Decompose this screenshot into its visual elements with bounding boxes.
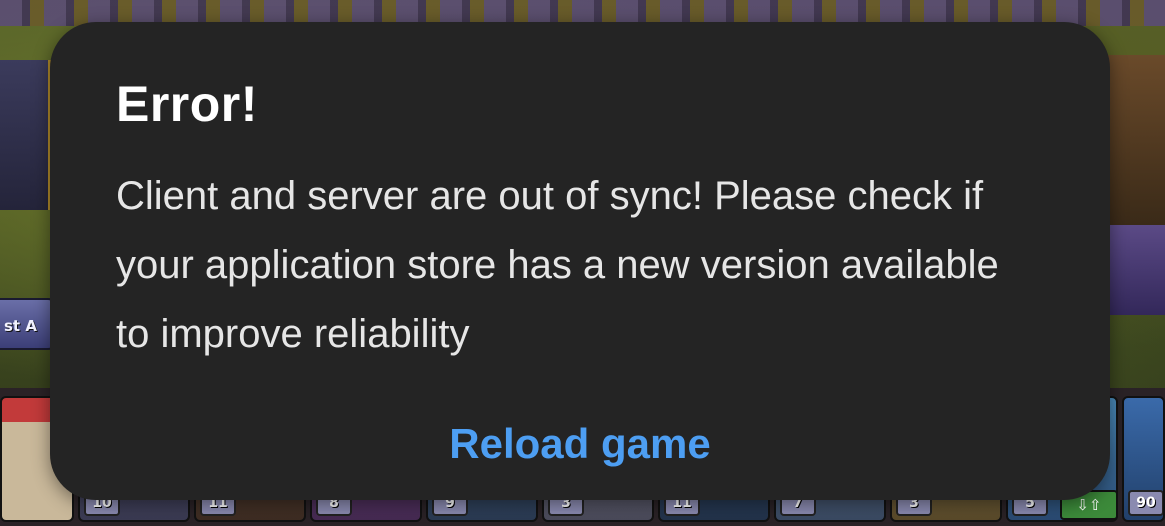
troop-count: 90 (1128, 490, 1163, 516)
game-screen-background: st A X 10 11 8 9 3 11 7 3 5 90 ⇩⇧ Error!… (0, 0, 1165, 526)
troop-card[interactable]: 90 (1122, 396, 1165, 522)
right-castle-scenery (1107, 225, 1165, 315)
error-dialog: Error! Client and server are out of sync… (50, 22, 1110, 500)
reload-game-button[interactable]: Reload game (50, 412, 1110, 476)
dialog-message: Client and server are out of sync! Pleas… (116, 174, 999, 356)
right-tower-scenery (1101, 55, 1165, 225)
left-tower-scenery (0, 60, 52, 210)
event-tab[interactable]: st A (0, 298, 56, 350)
dialog-title: Error! (116, 76, 258, 132)
